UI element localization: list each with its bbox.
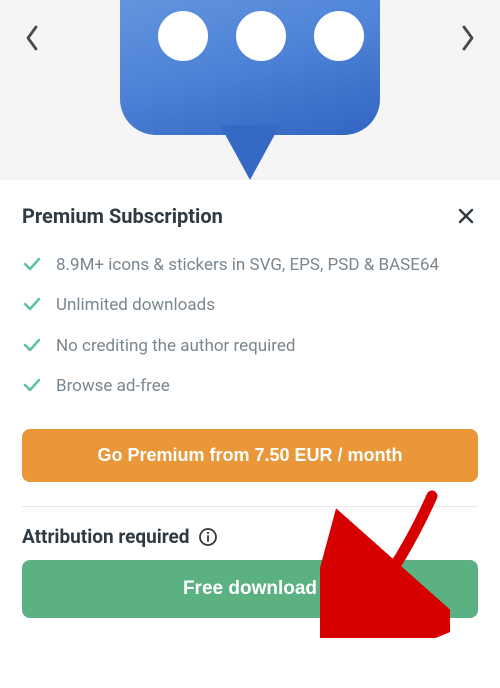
close-button[interactable] [454,204,478,232]
attribution-title: Attribution required [22,525,190,548]
attribution-info-button[interactable] [198,527,218,547]
chat-bubble-dots-icon [110,5,390,175]
premium-title: Premium Subscription [22,204,223,228]
chat-bubble-dots [158,11,364,61]
chevron-left-icon [23,23,41,53]
icon-preview-inner [18,0,482,180]
download-sheet: Premium Subscription 8.9M+ icons & stick… [0,180,500,688]
icon-preview-area [0,0,500,180]
check-icon [22,254,42,278]
go-premium-button[interactable]: Go Premium from 7.50 EUR / month [22,429,478,482]
check-icon [22,294,42,318]
close-icon [456,206,476,226]
benefit-text: No crediting the author required [56,333,296,359]
check-icon [22,375,42,399]
benefit-item: Browse ad-free [22,373,478,399]
chevron-right-icon [459,23,477,53]
attribution-row: Attribution required [22,525,478,548]
benefit-text: Unlimited downloads [56,292,215,318]
benefit-text: 8.9M+ icons & stickers in SVG, EPS, PSD … [56,252,439,278]
benefit-item: Unlimited downloads [22,292,478,318]
free-download-button[interactable]: Free download [22,560,478,618]
benefit-item: 8.9M+ icons & stickers in SVG, EPS, PSD … [22,252,478,278]
section-divider [22,506,478,507]
benefit-item: No crediting the author required [22,333,478,359]
dot [158,11,208,61]
benefit-text: Browse ad-free [56,373,170,399]
dot [236,11,286,61]
check-icon [22,335,42,359]
dot [314,11,364,61]
info-icon [198,527,218,547]
page-root: Premium Subscription 8.9M+ icons & stick… [0,0,500,688]
benefits-list: 8.9M+ icons & stickers in SVG, EPS, PSD … [22,252,478,399]
carousel-next-button[interactable] [454,18,482,58]
sheet-header: Premium Subscription [22,204,478,232]
chat-bubble-tail [220,125,280,180]
carousel-prev-button[interactable] [18,18,46,58]
